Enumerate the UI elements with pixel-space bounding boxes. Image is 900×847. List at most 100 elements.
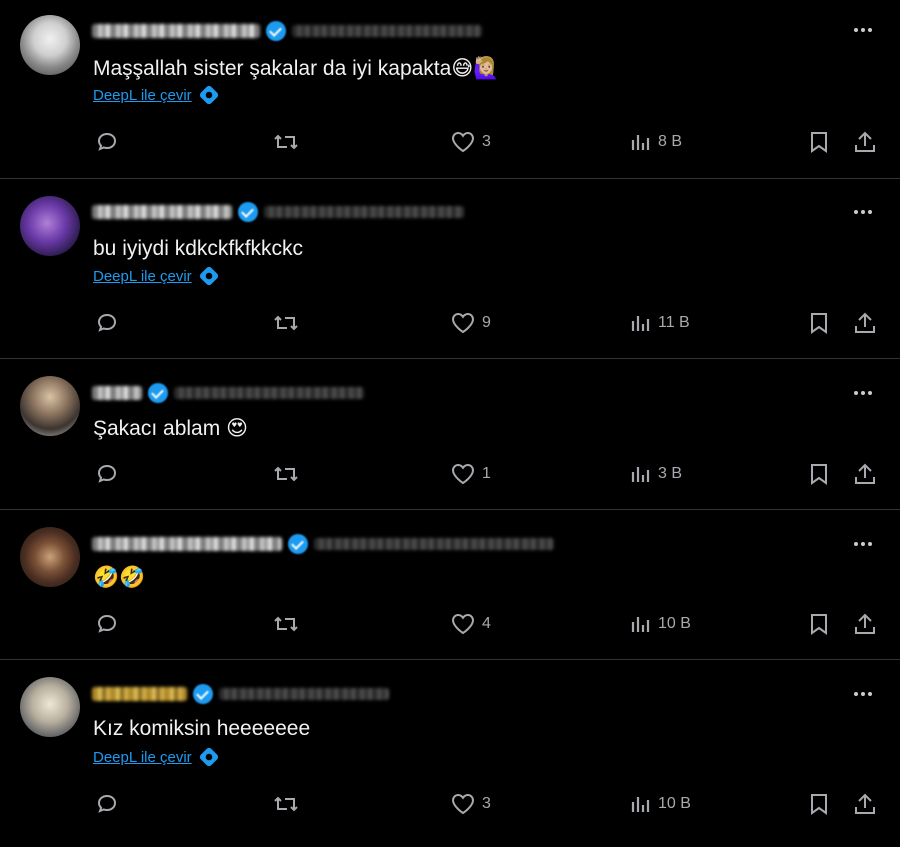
author-name-blurred[interactable] <box>92 386 142 400</box>
tweet-actions: 3 8 B <box>0 130 900 160</box>
author-name-blurred[interactable] <box>92 205 232 219</box>
tweet-text: Şakacı ablam 😍 <box>93 417 248 440</box>
retweet-icon <box>274 616 298 632</box>
like-button[interactable]: 9 <box>450 311 491 335</box>
verified-badge-icon <box>288 534 308 554</box>
translate-link[interactable]: DeepL ile çevir <box>93 265 220 287</box>
retweet-button[interactable] <box>272 792 300 816</box>
more-icon[interactable] <box>850 20 876 40</box>
views-button[interactable]: 10 B <box>630 792 691 816</box>
reply-icon <box>97 313 117 332</box>
author-handle-blurred <box>219 688 389 700</box>
bookmark-button[interactable] <box>808 612 830 636</box>
reply-feed: Maşşallah sister şakalar da iyi kapakta😅… <box>0 0 900 847</box>
tweet-item[interactable]: Şakacı ablam 😍 1 3 B <box>0 359 900 510</box>
reply-button[interactable] <box>95 311 119 335</box>
bookmark-icon <box>811 614 827 635</box>
verified-badge-icon <box>238 202 258 222</box>
more-icon[interactable] <box>850 684 876 704</box>
tweet-text: 🤣🤣 <box>93 566 145 590</box>
tweet-actions: 9 11 B <box>0 311 900 341</box>
heart-icon <box>451 312 475 334</box>
deepl-icon <box>198 84 220 106</box>
bookmark-button[interactable] <box>808 130 830 154</box>
share-button[interactable] <box>853 130 877 154</box>
view-count: 10 B <box>658 795 691 812</box>
avatar[interactable] <box>20 196 80 256</box>
views-button[interactable]: 8 B <box>630 130 682 154</box>
translate-link[interactable]: DeepL ile çevir <box>93 84 220 106</box>
more-icon[interactable] <box>850 202 876 222</box>
tweet-header <box>92 18 482 44</box>
bookmark-icon <box>811 132 827 153</box>
avatar[interactable] <box>20 527 80 587</box>
emoji: 🤣🤣 <box>93 566 146 589</box>
retweet-button[interactable] <box>272 462 300 486</box>
bookmark-button[interactable] <box>808 311 830 335</box>
verified-badge-icon <box>148 383 168 403</box>
views-button[interactable]: 3 B <box>630 462 682 486</box>
deepl-icon <box>198 746 220 768</box>
retweet-button[interactable] <box>272 612 300 636</box>
bookmark-icon <box>811 464 827 485</box>
view-count: 10 B <box>658 615 691 632</box>
retweet-button[interactable] <box>272 130 300 154</box>
like-button[interactable]: 1 <box>450 462 491 486</box>
like-count: 9 <box>482 314 491 331</box>
retweet-icon <box>274 796 298 812</box>
reply-icon <box>97 132 117 151</box>
like-count: 1 <box>482 465 491 482</box>
views-icon <box>631 135 650 150</box>
view-count: 3 B <box>658 465 683 482</box>
share-icon <box>855 793 875 814</box>
views-button[interactable]: 11 B <box>630 311 690 335</box>
more-icon[interactable] <box>850 534 876 554</box>
retweet-icon <box>274 466 298 482</box>
share-button[interactable] <box>853 311 877 335</box>
tweet-item[interactable]: bu iyiydi kdkckfkfkkckc DeepL ile çevir … <box>0 179 900 359</box>
deepl-icon <box>198 265 220 287</box>
share-button[interactable] <box>853 462 877 486</box>
reply-icon <box>97 614 117 633</box>
more-icon[interactable] <box>850 383 876 403</box>
reply-button[interactable] <box>95 792 119 816</box>
like-button[interactable]: 3 <box>450 130 491 154</box>
tweet-item[interactable]: 🤣🤣 4 10 B <box>0 510 900 660</box>
author-handle-blurred <box>314 538 554 550</box>
share-button[interactable] <box>853 612 877 636</box>
tweet-actions: 4 10 B <box>0 612 900 642</box>
view-count: 8 B <box>658 133 683 150</box>
reply-button[interactable] <box>95 462 119 486</box>
reply-icon <box>97 794 117 813</box>
like-button[interactable]: 4 <box>450 612 491 636</box>
avatar[interactable] <box>20 376 80 436</box>
translate-link[interactable]: DeepL ile çevir <box>93 746 220 768</box>
avatar[interactable] <box>20 15 80 75</box>
share-button[interactable] <box>853 792 877 816</box>
author-name-blurred[interactable] <box>92 537 282 551</box>
tweet-item[interactable]: Kız komiksin heeeeeee DeepL ile çevir 3 … <box>0 660 900 847</box>
author-name-blurred[interactable] <box>92 24 260 38</box>
views-button[interactable]: 10 B <box>630 612 691 636</box>
retweet-button[interactable] <box>272 311 300 335</box>
reply-button[interactable] <box>95 130 119 154</box>
retweet-icon <box>274 134 298 150</box>
bookmark-button[interactable] <box>808 462 830 486</box>
like-button[interactable]: 3 <box>450 792 491 816</box>
like-count: 3 <box>482 795 491 812</box>
views-icon <box>631 316 650 331</box>
tweet-item[interactable]: Maşşallah sister şakalar da iyi kapakta😅… <box>0 0 900 179</box>
share-icon <box>855 463 875 484</box>
tweet-header <box>92 199 464 225</box>
heart-icon <box>451 131 475 153</box>
reply-icon <box>97 464 117 483</box>
bookmark-icon <box>811 794 827 815</box>
views-icon <box>631 797 650 812</box>
avatar[interactable] <box>20 677 80 737</box>
heart-icon <box>451 793 475 815</box>
reply-button[interactable] <box>95 612 119 636</box>
tweet-actions: 3 10 B <box>0 792 900 822</box>
author-name-blurred[interactable] <box>92 687 187 701</box>
share-icon <box>855 131 875 152</box>
bookmark-button[interactable] <box>808 792 830 816</box>
